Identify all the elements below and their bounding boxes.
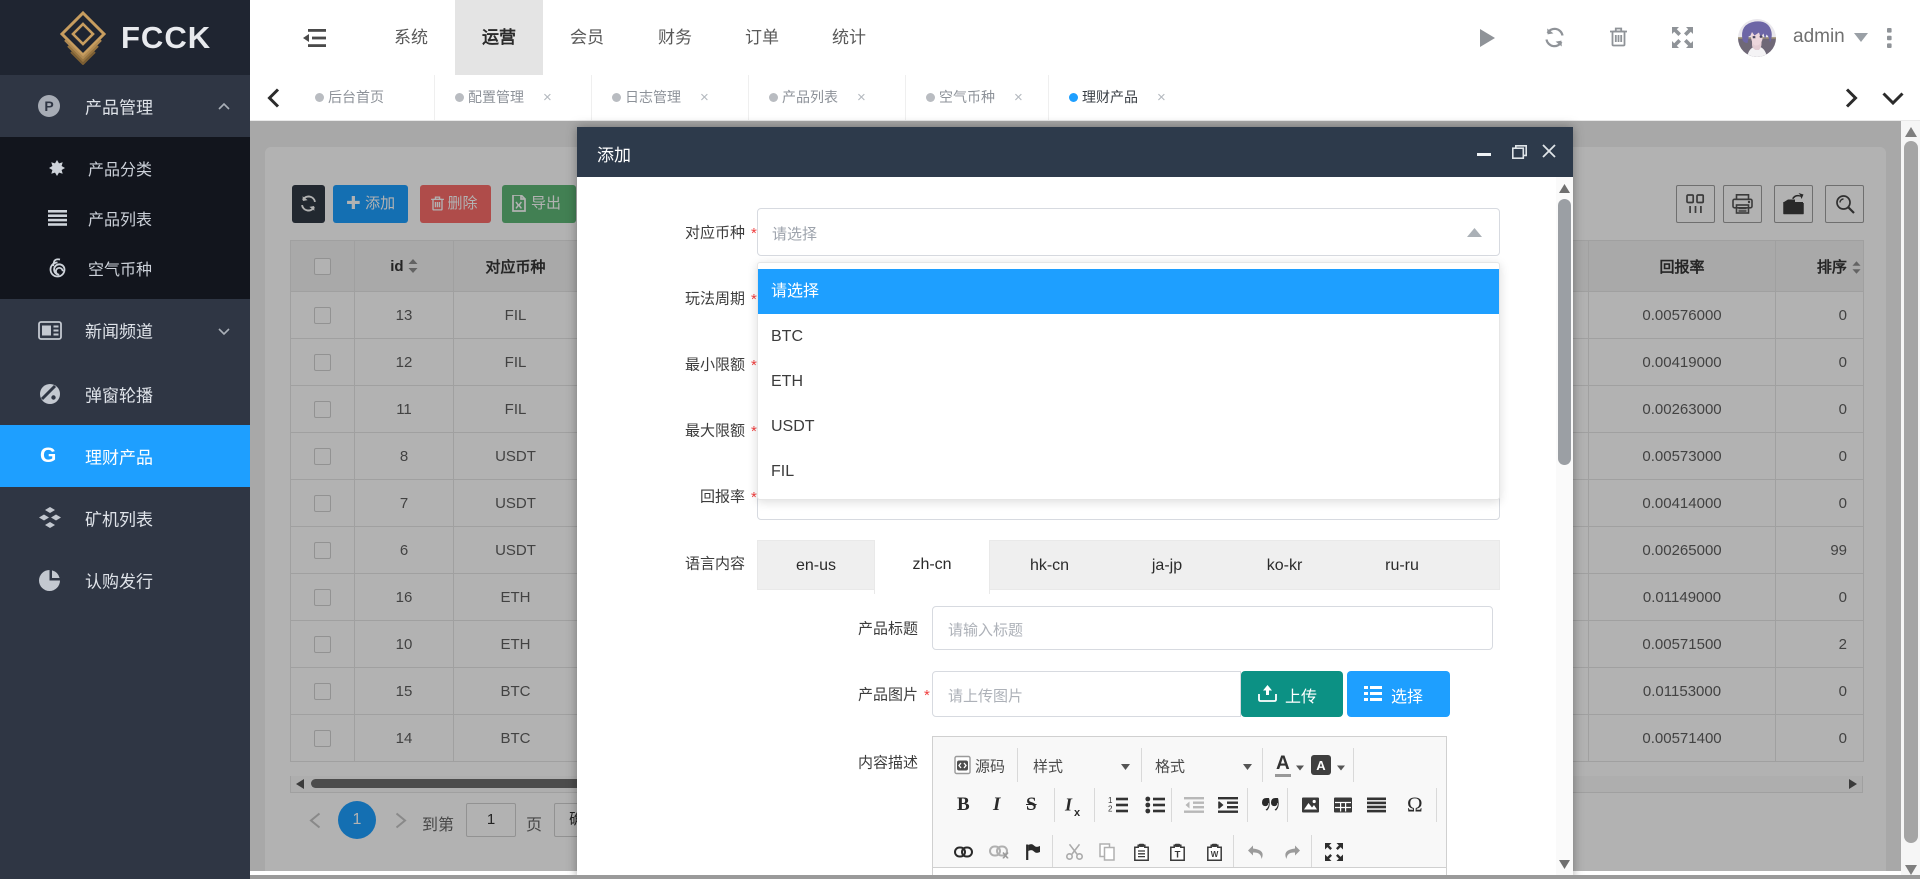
svg-text:W: W [1211,850,1219,859]
svg-text:T: T [1175,850,1181,861]
svg-text:2: 2 [1108,805,1113,814]
svg-text:A: A [1316,758,1326,773]
